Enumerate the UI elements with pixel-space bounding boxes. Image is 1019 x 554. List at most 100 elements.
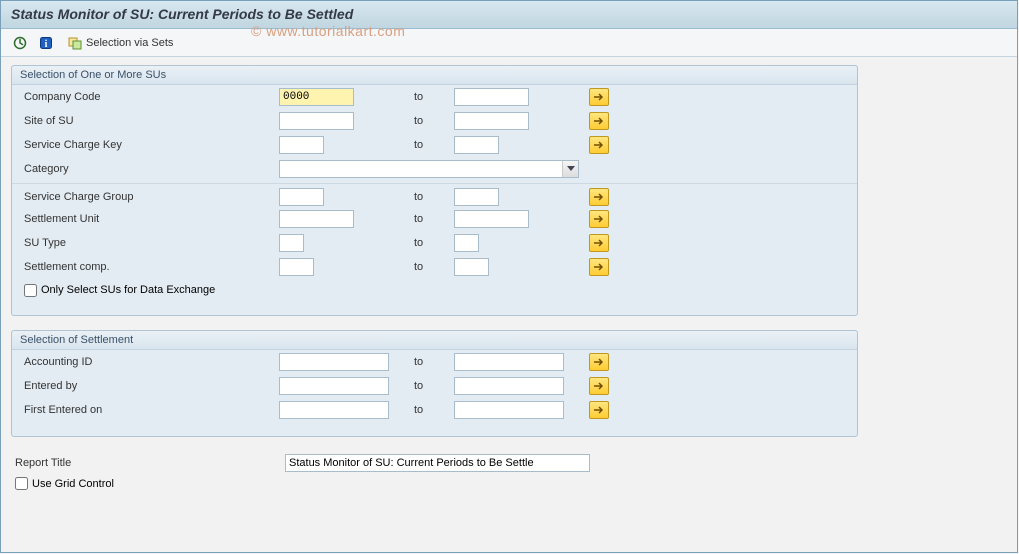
label-category: Category [24,163,279,175]
sc-group-multi-button[interactable] [589,188,609,206]
site-multi-button[interactable] [589,112,609,130]
label-settlement-unit: Settlement Unit [24,213,279,225]
to-label: to [414,91,454,103]
sets-icon [68,36,82,50]
sc-key-multi-button[interactable] [589,136,609,154]
sc-group-to-input[interactable] [454,188,499,206]
entered-by-to-input[interactable] [454,377,564,395]
arrow-right-icon [594,406,604,414]
row-category: Category [12,157,857,181]
row-first-entered: First Entered on to [12,398,857,422]
su-type-multi-button[interactable] [589,234,609,252]
company-code-from-input[interactable] [279,88,354,106]
row-sc-group: Service Charge Group to [12,183,857,207]
label-first-entered: First Entered on [24,404,279,416]
arrow-right-icon [594,239,604,247]
first-entered-from-input[interactable] [279,401,389,419]
panel-settlement-title: Selection of Settlement [12,331,857,350]
panel-settlement-selection: Selection of Settlement Accounting ID to… [11,330,858,437]
category-dropdown[interactable] [279,160,579,178]
svg-text:i: i [45,39,48,50]
label-report-title: Report Title [15,457,285,469]
settlement-comp-to-input[interactable] [454,258,489,276]
label-sc-group: Service Charge Group [24,191,279,203]
settlement-unit-from-input[interactable] [279,210,354,228]
row-su-type: SU Type to [12,231,857,255]
label-accounting-id: Accounting ID [24,356,279,368]
arrow-right-icon [594,215,604,223]
label-entered-by: Entered by [24,380,279,392]
to-label: to [414,404,454,416]
chevron-down-icon [567,166,575,172]
first-entered-multi-button[interactable] [589,401,609,419]
settlement-unit-multi-button[interactable] [589,210,609,228]
only-select-checkbox[interactable] [24,284,37,297]
settlement-comp-from-input[interactable] [279,258,314,276]
arrow-right-icon [594,263,604,271]
label-site: Site of SU [24,115,279,127]
category-input[interactable] [279,160,579,178]
su-type-to-input[interactable] [454,234,479,252]
window-title-bar: Status Monitor of SU: Current Periods to… [1,1,1017,29]
info-button[interactable]: i [35,33,57,53]
row-settlement-unit: Settlement Unit to [12,207,857,231]
panel-su-title: Selection of One or More SUs [12,66,857,85]
row-entered-by: Entered by to [12,374,857,398]
company-code-to-input[interactable] [454,88,529,106]
row-company-code: Company Code to [12,85,857,109]
use-grid-checkbox[interactable] [15,477,28,490]
arrow-right-icon [594,193,604,201]
arrow-right-icon [594,117,604,125]
report-title-input[interactable] [285,454,590,472]
arrow-right-icon [594,93,604,101]
row-accounting-id: Accounting ID to [12,350,857,374]
accounting-id-to-input[interactable] [454,353,564,371]
settlement-comp-multi-button[interactable] [589,258,609,276]
sc-key-from-input[interactable] [279,136,324,154]
settlement-unit-to-input[interactable] [454,210,529,228]
arrow-right-icon [594,358,604,366]
to-label: to [414,115,454,127]
arrow-right-icon [594,141,604,149]
row-use-grid: Use Grid Control [11,475,1007,492]
execute-button[interactable] [9,33,31,53]
row-only-select: Only Select SUs for Data Exchange [12,279,857,301]
info-icon: i [39,36,53,50]
su-type-from-input[interactable] [279,234,304,252]
entered-by-multi-button[interactable] [589,377,609,395]
panel-su-selection: Selection of One or More SUs Company Cod… [11,65,858,316]
to-label: to [414,356,454,368]
row-report-title: Report Title [11,451,1007,475]
only-select-label: Only Select SUs for Data Exchange [41,284,215,296]
to-label: to [414,191,454,203]
first-entered-to-input[interactable] [454,401,564,419]
to-label: to [414,380,454,392]
window-title: Status Monitor of SU: Current Periods to… [11,6,353,22]
label-company-code: Company Code [24,91,279,103]
sc-group-from-input[interactable] [279,188,324,206]
accounting-id-multi-button[interactable] [589,353,609,371]
selection-via-sets-button[interactable]: Selection via Sets [61,33,180,53]
row-site: Site of SU to [12,109,857,133]
to-label: to [414,139,454,151]
entered-by-from-input[interactable] [279,377,389,395]
clock-execute-icon [13,36,27,50]
label-settlement-comp: Settlement comp. [24,261,279,273]
sc-key-to-input[interactable] [454,136,499,154]
site-to-input[interactable] [454,112,529,130]
to-label: to [414,237,454,249]
site-from-input[interactable] [279,112,354,130]
company-code-multi-button[interactable] [589,88,609,106]
arrow-right-icon [594,382,604,390]
app-window: Status Monitor of SU: Current Periods to… [0,0,1018,553]
use-grid-label: Use Grid Control [32,478,114,490]
toolbar: i Selection via Sets [1,29,1017,57]
row-settlement-comp: Settlement comp. to [12,255,857,279]
accounting-id-from-input[interactable] [279,353,389,371]
category-dropdown-button[interactable] [562,161,578,177]
label-sc-key: Service Charge Key [24,139,279,151]
to-label: to [414,213,454,225]
row-sc-key: Service Charge Key to [12,133,857,157]
sets-label: Selection via Sets [86,37,173,49]
label-su-type: SU Type [24,237,279,249]
